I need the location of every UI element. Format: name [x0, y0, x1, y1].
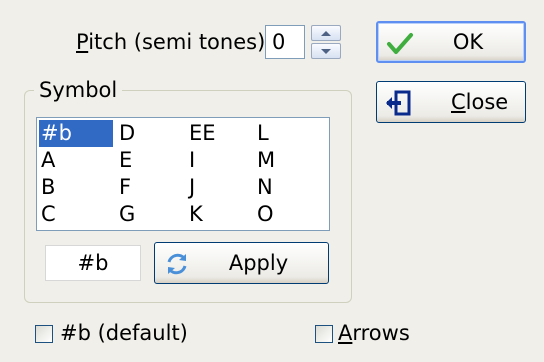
symbol-list-item[interactable]: D [117, 120, 135, 147]
ok-button[interactable]: OK [376, 21, 526, 63]
symbol-list-column: D E F G [117, 120, 135, 228]
exit-door-icon [386, 90, 411, 116]
symbol-list-item[interactable]: M [255, 147, 275, 174]
close-button-label: Close [451, 90, 509, 114]
symbol-list-item[interactable]: F [117, 174, 135, 201]
symbol-list-item[interactable]: C [39, 201, 113, 228]
apply-button-label: Apply [228, 251, 289, 275]
check-icon [387, 33, 413, 54]
symbol-list-column: L M N O [255, 120, 275, 228]
symbol-list-item[interactable]: A [39, 147, 113, 174]
symbol-list-column: EE I J K [187, 120, 216, 228]
symbol-list-item[interactable]: #b [39, 120, 113, 147]
symbol-list-item[interactable]: G [117, 201, 135, 228]
pitch-spin-down-button[interactable] [311, 43, 341, 59]
arrow-up-icon [321, 30, 331, 36]
close-button[interactable]: Close [376, 81, 526, 123]
symbol-list-item[interactable]: I [187, 147, 216, 174]
symbol-list-item[interactable]: N [255, 174, 275, 201]
pitch-label: Pitch (semi tones) : [76, 30, 280, 54]
symbol-list-item[interactable]: EE [187, 120, 216, 147]
symbol-list-item[interactable]: K [187, 201, 216, 228]
arrow-down-icon [321, 48, 331, 54]
arrows-checkbox-label[interactable]: Arrows [338, 318, 410, 348]
symbol-list-column: #b A B C [39, 120, 113, 228]
symbol-list-item[interactable]: J [187, 174, 216, 201]
symbol-list-item[interactable]: O [255, 201, 275, 228]
symbol-list-item[interactable]: L [255, 120, 275, 147]
symbol-input[interactable]: #b [45, 245, 141, 281]
symbol-list[interactable]: #b A B C D E F G EE I J K L M N O [36, 117, 330, 231]
ok-button-label: OK [452, 30, 484, 54]
default-checkbox-label[interactable]: #b (default) [60, 318, 188, 348]
arrows-checkbox[interactable] [315, 325, 333, 343]
refresh-icon [167, 253, 187, 275]
pitch-spin-up-button[interactable] [311, 25, 341, 41]
default-checkbox[interactable] [35, 325, 53, 343]
symbol-list-item[interactable]: E [117, 147, 135, 174]
symbol-group-legend: Symbol [34, 77, 123, 103]
pitch-input[interactable]: 0 [265, 25, 305, 59]
apply-button[interactable]: Apply [154, 242, 329, 284]
symbol-list-item[interactable]: B [39, 174, 113, 201]
